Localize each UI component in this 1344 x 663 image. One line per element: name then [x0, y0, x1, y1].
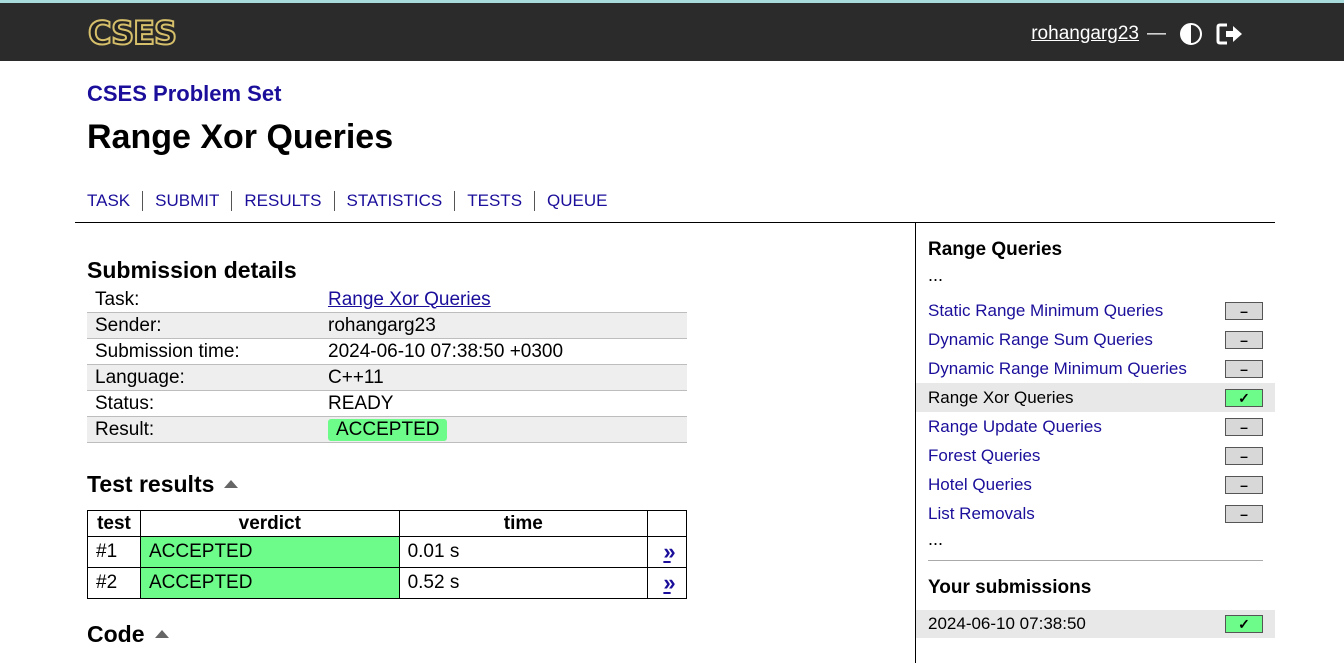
your-submissions-heading: Your submissions — [928, 577, 1092, 598]
submission-details-heading: Submission details — [87, 257, 297, 283]
column-header-test: test — [87, 510, 141, 537]
problem-link[interactable]: Dynamic Range Sum Queries — [928, 330, 1153, 350]
problem-link[interactable]: Range Update Queries — [928, 417, 1102, 437]
code-heading: Code — [87, 621, 169, 648]
problem-status: – — [1225, 359, 1263, 378]
submission-details-table: Task: Range Xor Queries Sender: rohangar… — [87, 287, 687, 443]
table-row: Status: READY — [87, 390, 687, 417]
problem-nav: TASK SUBMIT RESULTS STATISTICS TESTS QUE… — [87, 191, 620, 211]
nav-divider — [75, 222, 1275, 223]
test-verdict: ACCEPTED — [139, 567, 400, 599]
tab-queue[interactable]: QUEUE — [534, 191, 619, 211]
problem-status-check-icon: ✓ — [1225, 388, 1263, 407]
tab-submit[interactable]: SUBMIT — [142, 191, 231, 211]
problem-list: Static Range Minimum Queries – Dynamic R… — [916, 296, 1275, 528]
tab-tests[interactable]: TESTS — [454, 191, 534, 211]
column-header-time: time — [398, 510, 649, 537]
detail-value: rohangarg23 — [320, 312, 687, 339]
detail-key: Task: — [87, 287, 320, 313]
tab-statistics[interactable]: STATISTICS — [333, 191, 455, 211]
view-test-link[interactable]: » — [663, 539, 675, 564]
problem-link[interactable]: Hotel Queries — [928, 475, 1032, 495]
detail-key: Status: — [87, 390, 320, 417]
list-item: Dynamic Range Minimum Queries – — [916, 354, 1275, 383]
submission-row[interactable]: 2024-06-10 07:38:50 ✓ — [916, 610, 1275, 638]
column-header-verdict: verdict — [139, 510, 400, 537]
table-row: Task: Range Xor Queries — [87, 287, 687, 313]
problem-status: – — [1225, 417, 1263, 436]
current-problem-label: Range Xor Queries — [928, 387, 1074, 407]
page-title: Range Xor Queries — [87, 118, 394, 156]
problem-status: – — [1225, 301, 1263, 320]
detail-value: Range Xor Queries — [320, 287, 687, 313]
theme-toggle-icon[interactable] — [1180, 23, 1202, 45]
task-link[interactable]: Range Xor Queries — [328, 289, 491, 310]
list-item: Hotel Queries – — [916, 470, 1275, 499]
problem-status: – — [1225, 446, 1263, 465]
problem-status: – — [1225, 475, 1263, 494]
test-results-label: Test results — [87, 471, 215, 497]
collapse-triangle-icon[interactable] — [154, 629, 169, 638]
view-test-link[interactable]: » — [663, 570, 675, 595]
list-item: Dynamic Range Sum Queries – — [916, 325, 1275, 354]
ellipsis: ... — [928, 265, 944, 285]
test-link-cell: » — [647, 567, 687, 599]
problem-link[interactable]: Dynamic Range Minimum Queries — [928, 359, 1187, 379]
detail-value: READY — [320, 390, 687, 417]
collapse-triangle-icon[interactable] — [224, 479, 239, 488]
test-number: #1 — [87, 536, 141, 568]
account-area: rohangarg23 — — [1031, 20, 1244, 48]
test-time: 0.52 s — [398, 567, 649, 599]
detail-value: 2024-06-10 07:38:50 +0300 — [320, 338, 687, 365]
detail-value: C++11 — [320, 364, 687, 391]
detail-key: Language: — [87, 364, 320, 391]
test-results-table: test verdict time #1 ACCEPTED 0.01 s » #… — [87, 510, 687, 599]
list-item: List Removals – — [916, 499, 1275, 528]
problem-link[interactable]: Forest Queries — [928, 446, 1040, 466]
problem-set-title[interactable]: CSES Problem Set — [87, 81, 281, 107]
test-link-cell: » — [647, 536, 687, 568]
sidebar-separator — [928, 560, 1263, 561]
list-item-current: Range Xor Queries ✓ — [916, 383, 1275, 412]
detail-key: Submission time: — [87, 338, 320, 365]
table-row: #1 ACCEPTED 0.01 s » — [87, 536, 687, 568]
test-number: #2 — [87, 567, 141, 599]
table-row: Sender: rohangarg23 — [87, 312, 687, 339]
table-row: #2 ACCEPTED 0.52 s » — [87, 567, 687, 599]
submission-status-check-icon: ✓ — [1225, 615, 1263, 633]
sidebar-category-heading: Range Queries — [928, 239, 1063, 260]
cses-logo[interactable]: CSES — [87, 14, 178, 52]
problem-status: – — [1225, 330, 1263, 349]
table-header-row: test verdict time — [87, 510, 687, 537]
problem-link[interactable]: List Removals — [928, 504, 1035, 524]
username-link[interactable]: rohangarg23 — [1031, 23, 1139, 45]
problem-link[interactable]: Static Range Minimum Queries — [928, 301, 1163, 321]
list-item: Range Update Queries – — [916, 412, 1275, 441]
top-bar: CSES rohangarg23 — — [0, 3, 1344, 61]
code-label: Code — [87, 621, 145, 647]
column-header-link — [647, 510, 687, 537]
list-item: Static Range Minimum Queries – — [916, 296, 1275, 325]
list-item: Forest Queries – — [916, 441, 1275, 470]
detail-key: Sender: — [87, 312, 320, 339]
result-badge: ACCEPTED — [328, 418, 448, 441]
logout-icon[interactable] — [1216, 22, 1244, 46]
detail-value: ACCEPTED — [320, 416, 687, 443]
test-time: 0.01 s — [398, 536, 649, 568]
table-row: Language: C++11 — [87, 364, 687, 391]
table-row: Result: ACCEPTED — [87, 416, 687, 443]
tab-results[interactable]: RESULTS — [231, 191, 333, 211]
tab-task[interactable]: TASK — [87, 191, 142, 211]
ellipsis: ... — [928, 529, 944, 549]
header-separator: — — [1147, 23, 1166, 44]
test-verdict: ACCEPTED — [139, 536, 400, 568]
detail-key: Result: — [87, 416, 320, 443]
table-row: Submission time: 2024-06-10 07:38:50 +03… — [87, 338, 687, 365]
problem-status: – — [1225, 504, 1263, 523]
submission-time: 2024-06-10 07:38:50 — [928, 614, 1086, 633]
test-results-heading: Test results — [87, 471, 239, 498]
